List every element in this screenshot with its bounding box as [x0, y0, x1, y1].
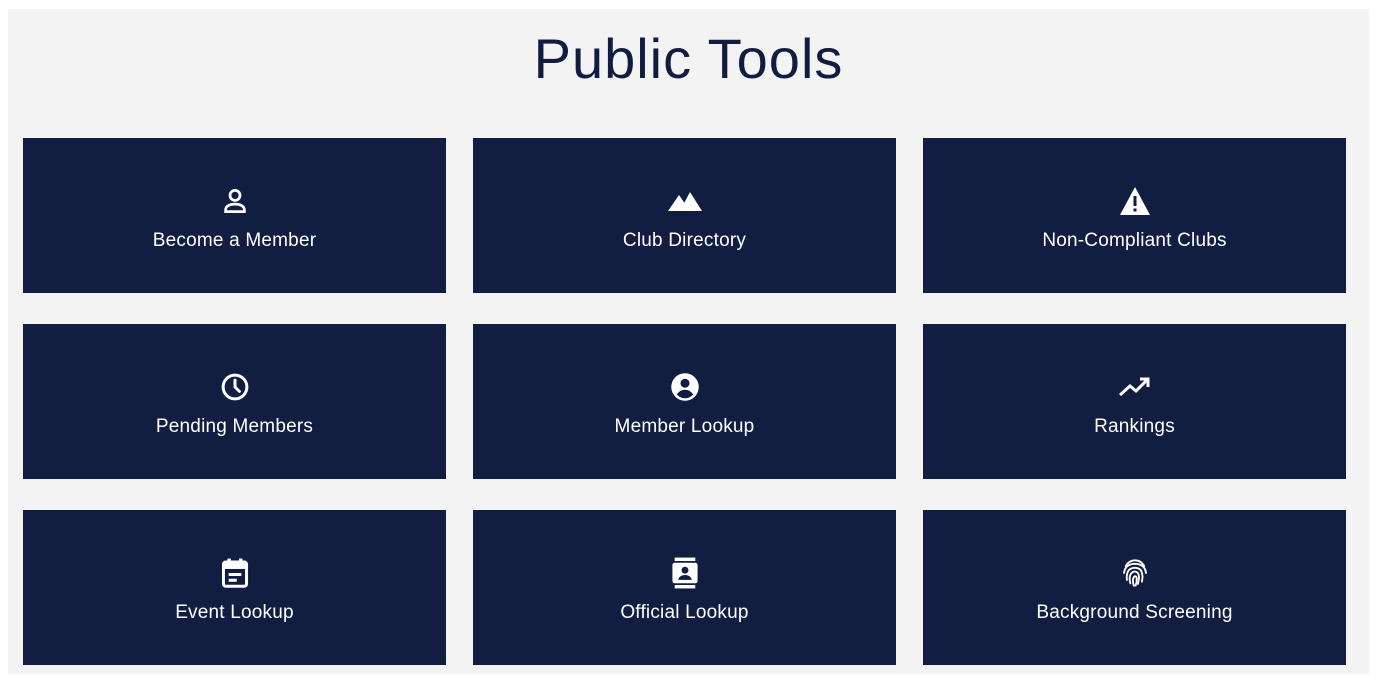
tile-non-compliant-clubs[interactable]: Non-Compliant Clubs — [923, 138, 1346, 293]
tile-label: Club Directory — [622, 229, 747, 251]
tile-label: Become a Member — [152, 229, 317, 251]
tile-label: Pending Members — [155, 415, 314, 437]
account-circle-icon — [668, 370, 702, 404]
tools-grid: Become a Member Club Directory Non-Compl… — [23, 138, 1346, 665]
tile-label: Member Lookup — [614, 415, 755, 437]
tile-become-a-member[interactable]: Become a Member — [23, 138, 446, 293]
tile-label: Official Lookup — [620, 601, 749, 623]
warning-triangle-icon — [1118, 184, 1152, 218]
tile-label: Non-Compliant Clubs — [1042, 229, 1227, 251]
tile-member-lookup[interactable]: Member Lookup — [473, 324, 896, 479]
calendar-icon — [218, 556, 252, 590]
clock-icon — [218, 370, 252, 404]
tile-background-screening[interactable]: Background Screening — [923, 510, 1346, 665]
tile-club-directory[interactable]: Club Directory — [473, 138, 896, 293]
tile-pending-members[interactable]: Pending Members — [23, 324, 446, 479]
fingerprint-icon — [1118, 556, 1152, 590]
mountains-icon — [667, 184, 702, 218]
tile-official-lookup[interactable]: Official Lookup — [473, 510, 896, 665]
id-badge-icon — [668, 556, 702, 590]
trending-up-icon — [1118, 370, 1152, 404]
tile-label: Event Lookup — [175, 601, 294, 623]
public-tools-panel: Public Tools Become a Member Club Direct… — [8, 9, 1369, 674]
page-title: Public Tools — [533, 27, 844, 90]
tile-event-lookup[interactable]: Event Lookup — [23, 510, 446, 665]
tile-rankings[interactable]: Rankings — [923, 324, 1346, 479]
person-outline-icon — [218, 184, 252, 218]
tile-label: Rankings — [1094, 415, 1175, 437]
tile-label: Background Screening — [1036, 601, 1233, 623]
